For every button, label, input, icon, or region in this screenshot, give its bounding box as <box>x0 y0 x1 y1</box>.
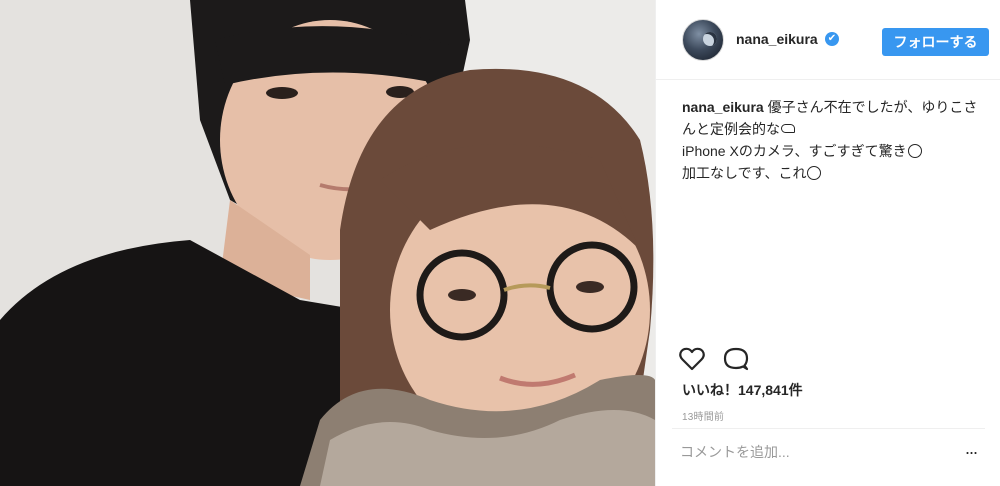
post-timestamp[interactable]: 13時間前 <box>682 408 724 423</box>
more-options-icon[interactable]: ... <box>961 439 981 461</box>
avatar[interactable] <box>682 19 724 61</box>
post-header: nana_eikura ✔ フォローする <box>656 0 1000 80</box>
caption-text-2: iPhone Xのカメラ、すごすぎて驚き <box>682 143 907 159</box>
likes-count[interactable]: いいね！147,841件 <box>682 380 803 400</box>
selfie-image <box>0 0 655 486</box>
caption-line-2: iPhone Xのカメラ、すごすぎて驚き <box>682 140 982 162</box>
caption-username-link[interactable]: nana_eikura <box>682 99 764 115</box>
caption-line-1: nana_eikura 優子さん不在でしたが、ゆりこさんと定例会的な <box>682 96 982 140</box>
caption-text-3: 加工なしです、これ <box>682 165 807 181</box>
post-side-panel: nana_eikura ✔ フォローする nana_eikura 優子さん不在で… <box>655 0 1000 486</box>
post-actions: いいね！147,841件 13時間前 ... <box>656 335 1000 485</box>
comment-icon[interactable] <box>722 345 750 373</box>
caption-line-3: 加工なしです、これ <box>682 162 982 184</box>
avatar-moon-icon <box>703 32 717 46</box>
comment-input[interactable] <box>680 441 940 463</box>
wink-emoji-icon <box>807 166 822 180</box>
wink-emoji-icon <box>907 144 922 158</box>
post-photo <box>0 0 655 486</box>
follow-button[interactable]: フォローする <box>882 28 989 56</box>
hand-emoji-icon <box>781 124 795 133</box>
heart-icon[interactable] <box>678 345 706 373</box>
post-caption: nana_eikura 優子さん不在でしたが、ゆりこさんと定例会的な iPhon… <box>682 96 982 184</box>
username-link[interactable]: nana_eikura <box>736 31 818 47</box>
comment-bar: ... <box>672 428 985 484</box>
verified-badge-icon: ✔ <box>825 32 839 46</box>
